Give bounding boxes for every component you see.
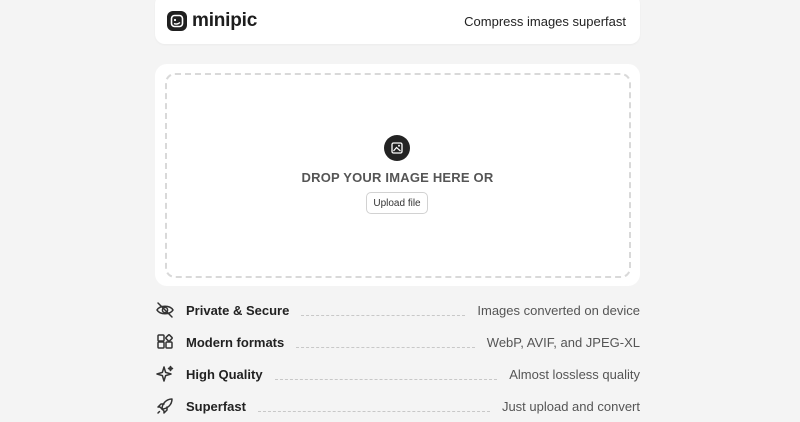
feature-name: High Quality	[186, 366, 263, 382]
dotted-leader	[274, 378, 498, 380]
feature-description: WebP, AVIF, and JPEG-XL	[486, 334, 640, 350]
drop-card: DROP YOUR IMAGE HERE OR Upload file	[155, 64, 640, 286]
feature-name: Private & Secure	[186, 302, 290, 318]
feature-description: Images converted on device	[477, 302, 640, 318]
dotted-leader	[301, 314, 466, 316]
feature-row: Private & Secure Images converted on dev…	[155, 300, 640, 320]
header: minipic Compress images superfast	[155, 0, 640, 44]
image-icon	[384, 135, 410, 161]
sparkles-icon	[155, 364, 175, 384]
feature-description: Just upload and convert	[501, 398, 640, 414]
feature-row: High Quality Almost lossless quality	[155, 364, 640, 384]
dotted-leader	[296, 346, 475, 348]
feature-name: Superfast	[186, 398, 246, 414]
brand-name: minipic	[192, 10, 258, 31]
upload-file-button[interactable]: Upload file	[366, 192, 428, 214]
feature-row: Superfast Just upload and convert	[155, 396, 640, 416]
feature-row: Modern formats WebP, AVIF, and JPEG-XL	[155, 332, 640, 352]
logo-icon	[167, 11, 187, 31]
dotted-leader	[257, 410, 490, 412]
eye-off-icon	[155, 300, 175, 320]
shapes-icon	[155, 332, 175, 352]
tagline: Compress images superfast	[464, 14, 626, 29]
feature-description: Almost lossless quality	[509, 366, 640, 382]
drop-prompt: DROP YOUR IMAGE HERE OR	[301, 170, 494, 185]
logo[interactable]: minipic	[167, 11, 257, 31]
feature-name: Modern formats	[186, 334, 285, 350]
rocket-icon	[155, 396, 175, 416]
